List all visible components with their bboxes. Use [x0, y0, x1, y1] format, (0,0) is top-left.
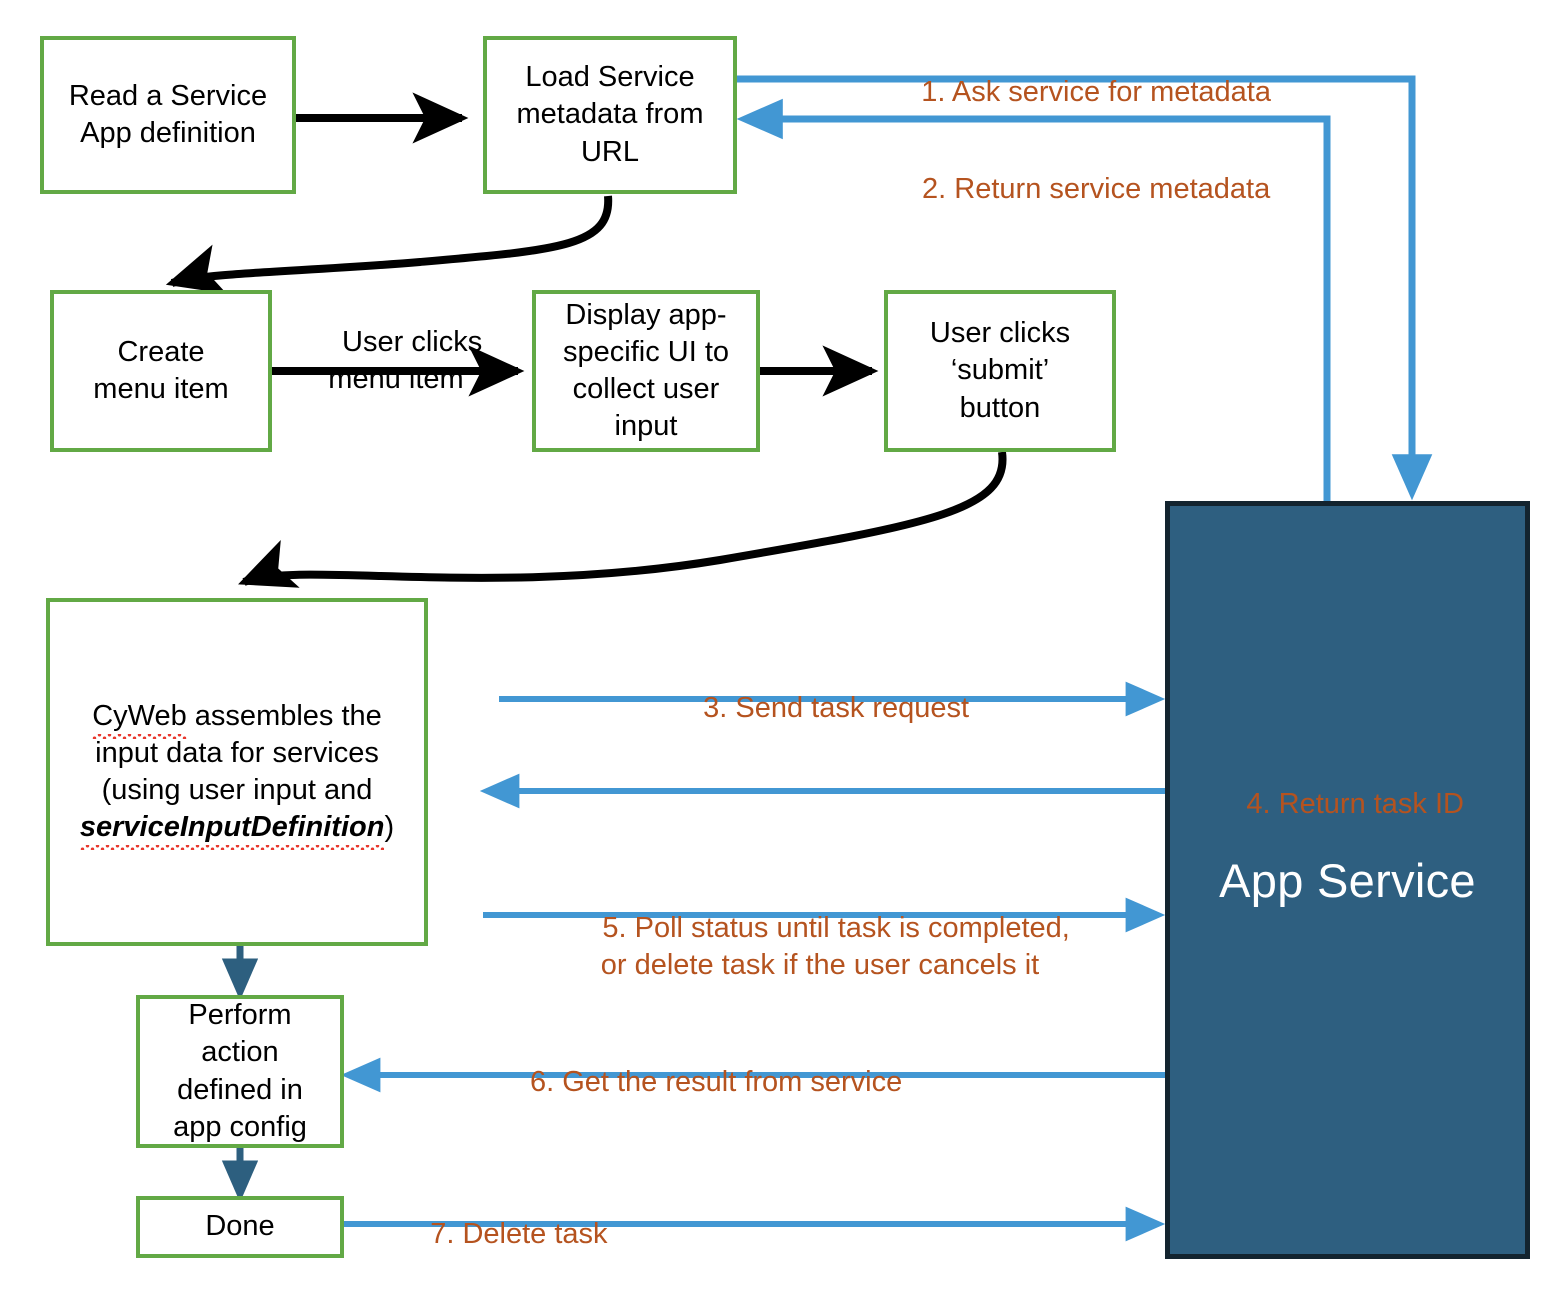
flow-label-user-clicks-menu-item: User clicks menu item: [296, 286, 496, 437]
message-label-5-text: 5. Poll status until task is completed, o…: [600, 911, 1070, 982]
node-cyweb-assembles-input[interactable]: CyWeb assembles the input data for servic…: [46, 598, 428, 946]
message-label-7: 7. Delete task: [350, 1178, 800, 1291]
node-perform-action-label: Perform action defined in app config: [173, 999, 307, 1143]
message-label-2: 2. Return service metadata: [760, 133, 1400, 246]
connector-load-to-create: [165, 195, 613, 294]
node-create-menu-item[interactable]: Create menu item: [50, 290, 272, 452]
message-label-7-text: 7. Delete task: [430, 1217, 608, 1250]
node-done-label: Done: [205, 1210, 275, 1243]
message-label-2-text: 2. Return service metadata: [922, 172, 1271, 205]
flow-label-user-clicks-menu-item-text: User clicks menu item: [328, 325, 483, 396]
node-read-service-app-definition-label: Read a Service App definition: [68, 79, 268, 149]
cyweb-tail: ): [384, 811, 395, 844]
cyweb-term: CyWeb: [92, 698, 187, 740]
diagram-canvas: Read a Service App definition Load Servic…: [0, 0, 1568, 1302]
node-load-service-metadata-label: Load Service metadata from URL: [516, 61, 704, 168]
message-label-4: 4. Return task ID: [620, 748, 1516, 861]
message-label-5: 5. Poll status until task is completed, o…: [470, 872, 1170, 1023]
message-label-6: 6. Get the result from service: [350, 1026, 1050, 1139]
node-read-service-app-definition[interactable]: Read a Service App definition: [40, 36, 296, 194]
node-create-menu-item-label: Create menu item: [93, 335, 229, 405]
node-user-clicks-submit[interactable]: User clicks ‘submit’ button: [884, 290, 1116, 452]
node-app-service[interactable]: App Service: [1165, 501, 1530, 1259]
node-display-app-ui[interactable]: Display app-specific UI to collect user in…: [532, 290, 760, 452]
message-label-4-text: 4. Return task ID: [1246, 787, 1464, 820]
node-load-service-metadata[interactable]: Load Service metadata from URL: [483, 36, 737, 194]
node-user-clicks-submit-label: User clicks ‘submit’ button: [929, 317, 1071, 424]
service-input-definition-term: serviceInputDefinition: [79, 809, 384, 851]
node-cyweb-assembles-input-label: CyWeb assembles the input data for servic…: [58, 698, 416, 851]
node-perform-action[interactable]: Perform action defined in app config: [136, 995, 344, 1148]
connector-submit-to-cyweb: [238, 451, 1007, 588]
message-label-6-text: 6. Get the result from service: [529, 1065, 903, 1098]
message-label-1-text: 1. Ask service for metadata: [921, 75, 1271, 108]
message-label-3-text: 3. Send task request: [703, 691, 970, 724]
node-display-app-ui-label: Display app-specific UI to collect user in…: [563, 298, 729, 443]
node-done[interactable]: Done: [136, 1196, 344, 1258]
